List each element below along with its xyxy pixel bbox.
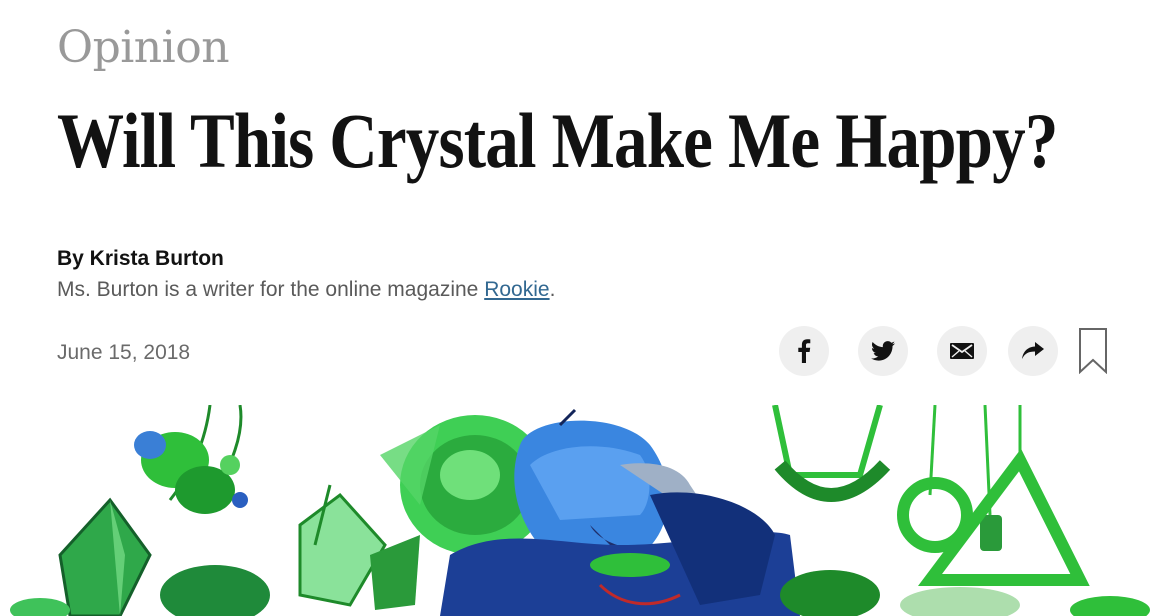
facebook-share-button[interactable] (779, 326, 829, 376)
facebook-icon (798, 339, 811, 363)
byline: By Krista Burton (57, 247, 224, 270)
author-bio: Ms. Burton is a writer for the online ma… (57, 278, 555, 302)
more-share-button[interactable] (1008, 326, 1058, 376)
author-bio-suffix: . (549, 278, 556, 301)
twitter-share-button[interactable] (858, 326, 908, 376)
article-illustration (0, 405, 1156, 616)
email-icon (950, 343, 974, 359)
article-headline: Will This Crystal Make Me Happy? (57, 97, 1058, 184)
author-bio-text: Ms. Burton is a writer for the online ma… (57, 278, 485, 301)
email-share-button[interactable] (937, 326, 987, 376)
bookmark-icon[interactable] (1078, 328, 1108, 374)
section-kicker[interactable]: Opinion (57, 22, 230, 73)
share-arrow-icon (1022, 342, 1044, 359)
publish-date: June 15, 2018 (57, 341, 191, 364)
twitter-icon (871, 341, 895, 361)
rookie-link[interactable]: Rookie (484, 278, 549, 301)
